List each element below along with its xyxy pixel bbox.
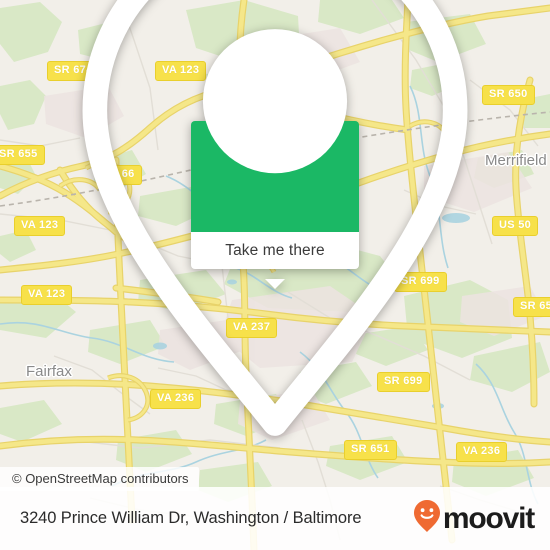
address-title: 3240 Prince William Dr, Washington / Bal… xyxy=(20,509,362,527)
popup-pointer-tail xyxy=(265,279,285,289)
location-popup-card[interactable]: Take me there xyxy=(82,0,468,436)
moovit-logo[interactable]: moovit xyxy=(413,499,535,538)
map-pin-icon xyxy=(0,0,550,452)
moovit-smiley-pin-icon xyxy=(413,499,441,538)
popup-action-label: Take me there xyxy=(225,241,325,259)
screenshot-root: SR 674 VA 123 SR 650 SR 655 I 66 VA 123 … xyxy=(0,0,550,550)
footer-bar: 3240 Prince William Dr, Washington / Bal… xyxy=(0,487,550,550)
map-canvas[interactable]: SR 674 VA 123 SR 650 SR 655 I 66 VA 123 … xyxy=(0,0,550,550)
popup-header xyxy=(82,0,468,436)
moovit-wordmark: moovit xyxy=(442,501,535,535)
